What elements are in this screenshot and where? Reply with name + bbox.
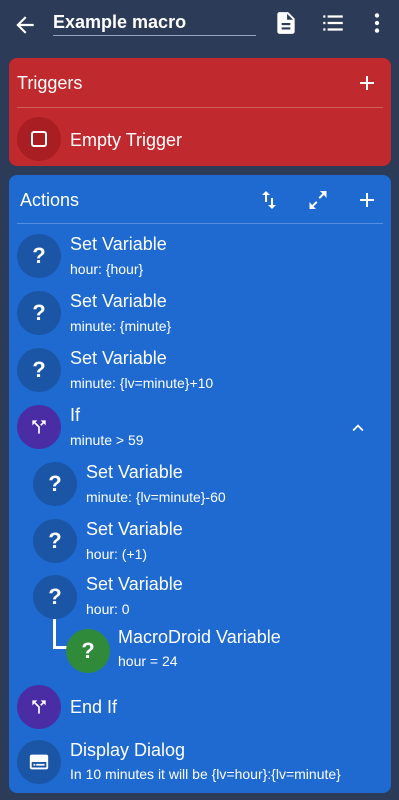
- action-item[interactable]: ? Set Variable hour: 0: [9, 571, 391, 627]
- trigger-item-empty[interactable]: Empty Trigger: [9, 112, 391, 166]
- action-item[interactable]: Display Dialog In 10 minutes it will be …: [9, 736, 391, 792]
- action-title: Display Dialog: [70, 740, 186, 760]
- action-subtitle: hour: {hour}: [70, 261, 144, 277]
- document-icon[interactable]: [273, 10, 299, 36]
- action-item-end-if[interactable]: End If: [9, 683, 391, 739]
- action-title: End If: [70, 697, 118, 717]
- triggers-card: Triggers Empty Trigger: [9, 58, 391, 166]
- action-subtitle: minute: {lv=minute}-60: [86, 489, 226, 505]
- action-title: Set Variable: [70, 348, 167, 368]
- action-title: MacroDroid Variable: [118, 627, 281, 647]
- add-trigger-icon[interactable]: [355, 71, 379, 95]
- collapse-chevron-icon[interactable]: [347, 417, 369, 439]
- trigger-label: Empty Trigger: [70, 130, 183, 150]
- actions-title: Actions: [20, 190, 80, 210]
- action-item[interactable]: ? Set Variable hour: {hour}: [9, 230, 391, 286]
- empty-square-icon: [17, 117, 61, 161]
- question-icon: ?: [33, 462, 77, 506]
- question-icon: ?: [66, 629, 110, 673]
- question-icon: ?: [17, 348, 61, 392]
- macro-name-field[interactable]: Example macro: [53, 10, 256, 36]
- back-arrow-icon[interactable]: [12, 12, 38, 38]
- action-title: Set Variable: [70, 291, 167, 311]
- branch-icon: [17, 405, 61, 449]
- question-icon: ?: [33, 575, 77, 619]
- action-item[interactable]: ? Set Variable hour: (+1): [9, 515, 391, 571]
- question-icon: ?: [17, 234, 61, 278]
- dialog-icon: [17, 740, 61, 784]
- action-item[interactable]: ? Set Variable minute: {minute}: [9, 287, 391, 343]
- action-subtitle: minute > 59: [70, 432, 144, 448]
- triggers-title: Triggers: [17, 73, 83, 93]
- question-icon: ?: [17, 291, 61, 335]
- action-title: If: [70, 405, 81, 425]
- action-title: Set Variable: [86, 519, 183, 539]
- constraint-item[interactable]: ? MacroDroid Variable hour = 24: [9, 625, 391, 681]
- action-item[interactable]: ? Set Variable minute: {lv=minute}-60: [9, 458, 391, 514]
- app-bar: Example macro: [0, 0, 399, 50]
- action-title: Set Variable: [86, 574, 183, 594]
- expand-icon[interactable]: [306, 188, 330, 212]
- branch-icon: [17, 685, 61, 729]
- action-title: Set Variable: [70, 234, 167, 254]
- actions-card: Actions ? Set Variable hour: {hour} ? Se…: [9, 175, 391, 793]
- action-subtitle: hour = 24: [118, 653, 178, 669]
- action-subtitle: hour: (+1): [86, 546, 148, 562]
- sort-icon[interactable]: [257, 188, 281, 212]
- action-subtitle: minute: {minute}: [70, 318, 172, 334]
- more-vertical-icon[interactable]: [364, 10, 390, 36]
- triggers-divider: [17, 107, 383, 108]
- list-icon[interactable]: [320, 10, 346, 36]
- action-item[interactable]: ? Set Variable minute: {lv=minute}+10: [9, 344, 391, 400]
- action-subtitle: In 10 minutes it will be {lv=hour}:{lv=m…: [70, 766, 341, 782]
- action-title: Set Variable: [86, 462, 183, 482]
- action-subtitle: minute: {lv=minute}+10: [70, 375, 214, 391]
- action-item-if[interactable]: If minute > 59: [9, 401, 391, 457]
- actions-divider: [17, 223, 383, 224]
- action-subtitle: hour: 0: [86, 601, 130, 617]
- question-icon: ?: [33, 519, 77, 563]
- add-action-icon[interactable]: [355, 188, 379, 212]
